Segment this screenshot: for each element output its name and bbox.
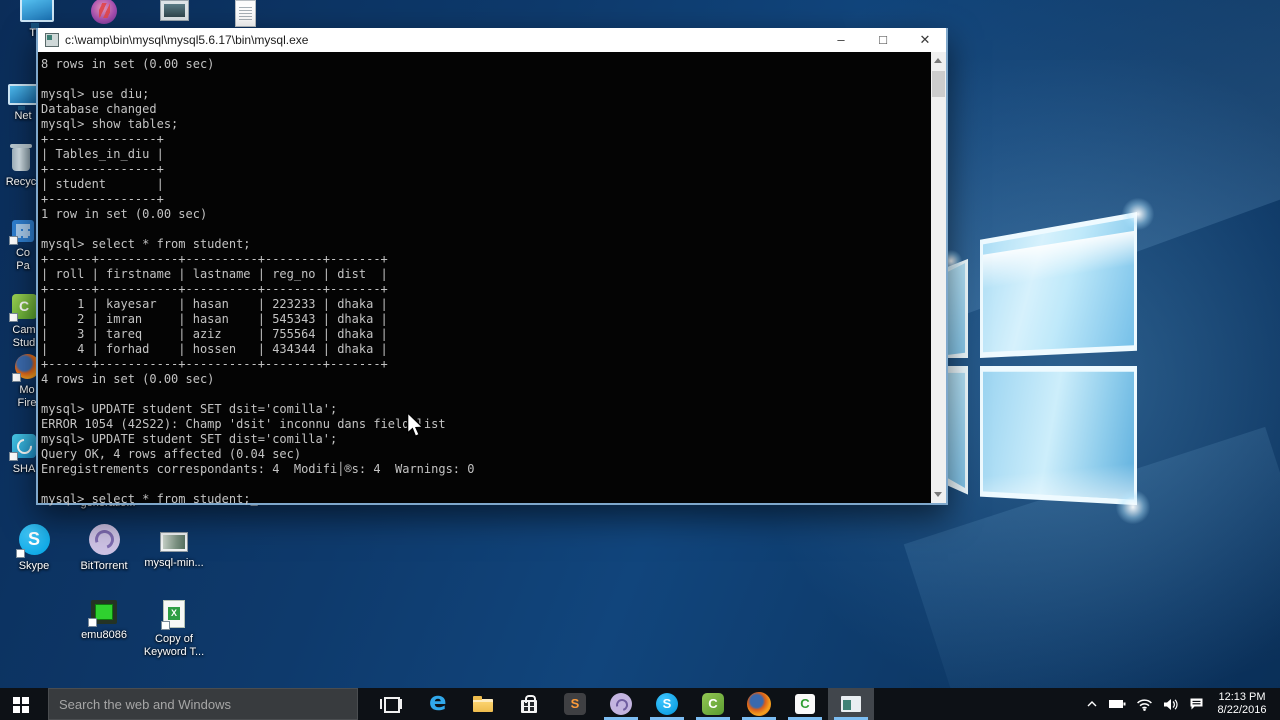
hidden-icons-chevron[interactable]	[1086, 699, 1098, 709]
desktop-icon-label: Recyc	[5, 176, 37, 188]
firefox-icon	[747, 692, 771, 716]
desktop-icon-label: emu8086	[81, 629, 127, 641]
scroll-down-icon[interactable]	[934, 492, 942, 497]
volume-icon[interactable]	[1163, 698, 1179, 711]
control-panel-icon	[9, 220, 34, 245]
bittorrent-icon	[88, 524, 120, 555]
taskbar-app-camtasia[interactable]	[690, 688, 736, 720]
taskbar-app-store[interactable]	[506, 688, 552, 720]
desktop-icon-copy-of-keyword[interactable]: Copy of Keyword T...	[132, 600, 216, 659]
chip-icon	[88, 600, 117, 627]
windows-logo-pane	[980, 366, 1137, 506]
taskbar-search-input[interactable]	[48, 688, 358, 720]
console-app-icon	[45, 33, 59, 47]
windows-logo-icon	[12, 696, 20, 704]
desktop-icon-label: Mo Fire	[17, 384, 37, 409]
camtasia-icon	[701, 692, 725, 716]
console-window-icon	[839, 692, 863, 716]
desktop-root: Thi Net Recyc Co Pa Cam Stud Mo Fire	[0, 0, 1280, 720]
shareit-icon	[9, 434, 36, 461]
circle-app-icon	[91, 0, 117, 24]
wallpaper-sparkle	[1122, 198, 1154, 230]
taskbar-app-console[interactable]	[828, 688, 874, 720]
computer-icon	[20, 0, 54, 28]
console-window: c:\wamp\bin\mysql\mysql5.6.17\bin\mysql.…	[36, 28, 948, 506]
skype-icon	[15, 524, 50, 558]
desktop-icon-mysql-min[interactable]: mysql-min...	[132, 532, 216, 570]
console-scrollbar[interactable]	[931, 52, 946, 503]
minimize-button[interactable]: –	[820, 28, 862, 52]
scrollbar-thumb[interactable]	[932, 71, 945, 97]
wifi-icon[interactable]	[1136, 698, 1153, 711]
camtasia-icon	[8, 294, 37, 322]
system-tray: 12:13 PM 8/22/2016	[1086, 688, 1280, 720]
network-icon	[8, 84, 38, 110]
skype-icon	[655, 692, 679, 716]
start-button[interactable]	[0, 688, 48, 720]
taskbar-clock[interactable]: 12:13 PM 8/22/2016	[1214, 691, 1270, 717]
window-title: c:\wamp\bin\mysql\mysql5.6.17\bin\mysql.…	[65, 33, 309, 47]
desktop-icon-label: Copy of Keyword T...	[143, 633, 205, 658]
desktop-icon-label: Co Pa	[15, 247, 31, 272]
desktop-icon-label: SHA	[12, 463, 36, 475]
scroll-up-icon[interactable]	[934, 58, 942, 63]
camtasia-recorder-icon	[793, 692, 817, 716]
image-file-icon	[160, 532, 188, 552]
console-content: 8 rows in set (0.00 sec) mysql> use diu;…	[38, 52, 946, 506]
bittorrent-icon	[609, 692, 633, 716]
maximize-button[interactable]: □	[862, 28, 904, 52]
console-output[interactable]: 8 rows in set (0.00 sec) mysql> use diu;…	[38, 52, 946, 507]
wallpaper-sparkle	[1116, 490, 1150, 524]
task-view-icon	[379, 692, 403, 716]
sublime-text-icon	[563, 692, 587, 716]
taskbar-app-skype[interactable]	[644, 688, 690, 720]
image-file-icon	[159, 0, 189, 21]
desktop-icon-label: Cam Stud	[12, 324, 36, 349]
taskbar-app-bittorrent[interactable]	[598, 688, 644, 720]
desktop-icon-label: mysql-min...	[144, 557, 204, 569]
recycle-bin-icon	[10, 144, 32, 171]
taskbar-app-edge[interactable]	[414, 688, 460, 720]
close-button[interactable]: ✕	[904, 28, 946, 52]
taskbar-app-firefox[interactable]	[736, 688, 782, 720]
clock-time: 12:13 PM	[1218, 691, 1266, 703]
edge-icon	[425, 689, 449, 716]
document-icon	[234, 0, 256, 27]
store-bag-icon	[517, 692, 541, 716]
taskbar-apps	[368, 688, 874, 720]
taskbar: 12:13 PM 8/22/2016	[0, 688, 1280, 720]
desktop-icon-label: Net	[14, 110, 32, 122]
clock-date: 8/22/2016	[1217, 704, 1267, 716]
taskbar-app-camtasia-recorder[interactable]	[782, 688, 828, 720]
window-titlebar[interactable]: c:\wamp\bin\mysql\mysql5.6.17\bin\mysql.…	[38, 28, 946, 52]
excel-document-icon	[161, 600, 185, 630]
battery-icon[interactable]	[1108, 698, 1126, 710]
taskbar-app-file-explorer[interactable]	[460, 688, 506, 720]
action-center-icon[interactable]	[1189, 697, 1204, 711]
desktop-icon-label: BitTorrent	[80, 560, 128, 572]
desktop-icon-label: Skype	[18, 560, 50, 572]
taskbar-app-task-view[interactable]	[368, 688, 414, 720]
taskbar-app-sublime[interactable]	[552, 688, 598, 720]
folder-icon	[471, 692, 495, 716]
